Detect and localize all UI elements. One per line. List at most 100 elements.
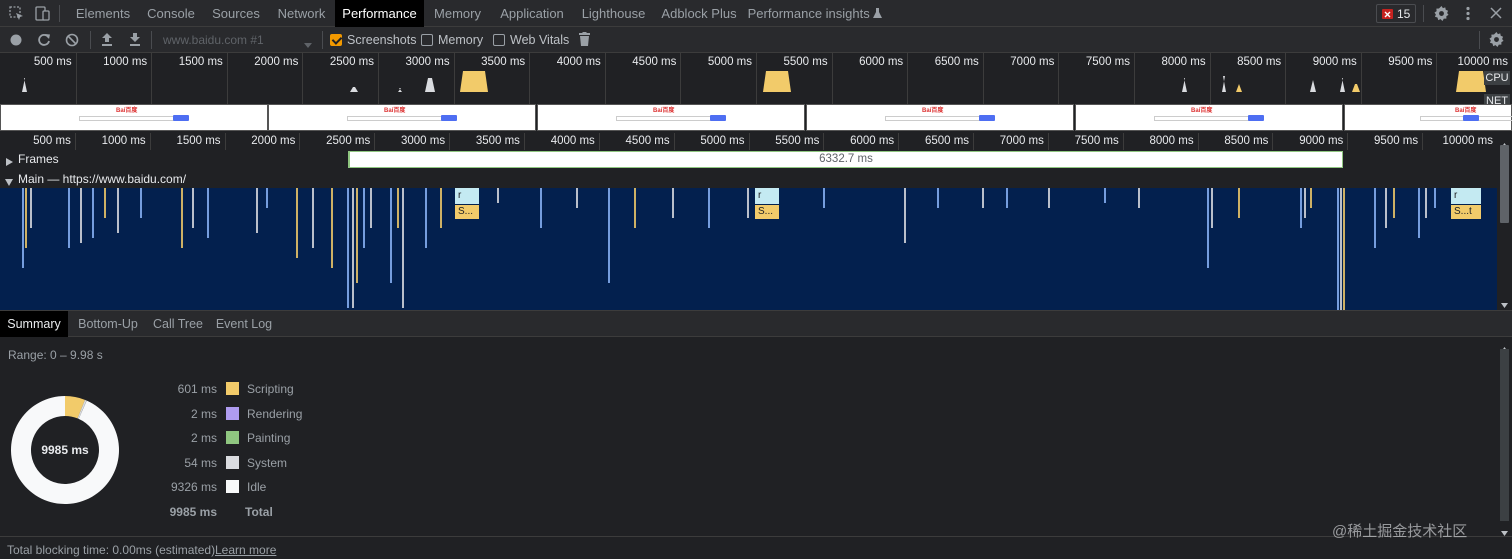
screenshot-thumbnail[interactable]: Bai百度 [268,104,536,131]
flame-event[interactable] [312,188,314,248]
error-count-badge[interactable]: 15 [1376,4,1416,23]
flame-event[interactable] [363,188,365,248]
summary-scroll-down-icon[interactable] [1501,525,1508,536]
summary-scrollbar[interactable] [1497,337,1512,536]
flame-event[interactable] [22,188,24,268]
flame-event[interactable] [1418,188,1420,238]
flame-event[interactable] [140,188,142,218]
scroll-thumb[interactable] [1500,145,1509,223]
flame-task-block[interactable]: r [455,188,479,204]
tab-adblock-plus[interactable]: Adblock Plus [654,0,744,27]
frame-bar[interactable]: 6332.7 ms [348,151,1343,168]
flame-event[interactable] [1006,188,1008,208]
flame-event[interactable] [904,188,906,243]
web-vitals-checkbox[interactable] [493,34,505,46]
timeline-overview[interactable]: 500 ms 1000 ms 1500 ms 2000 ms 2500 ms 3000 m… [0,53,1512,133]
flame-event[interactable] [25,188,27,248]
flame-event[interactable] [1211,188,1213,228]
flame-event[interactable] [440,188,442,228]
flame-task-block[interactable]: r [1451,188,1481,204]
tab-summary[interactable]: Summary [0,311,68,337]
flame-event[interactable] [352,188,354,308]
flame-event[interactable] [1238,188,1240,218]
flame-event[interactable] [1393,188,1395,218]
flame-event[interactable] [576,188,578,208]
screenshot-thumbnail[interactable]: Bai百度 [1075,104,1343,131]
more-options-icon[interactable] [1465,6,1471,21]
flame-task-block[interactable]: r [755,188,779,204]
flame-event[interactable] [256,188,258,233]
clear-icon[interactable] [65,33,79,47]
flame-event[interactable] [1310,188,1312,208]
main-thread-header[interactable]: Main — https://www.baidu.com/ [0,170,1497,188]
flame-event[interactable] [634,188,636,228]
tab-call-tree[interactable]: Call Tree [148,311,208,337]
screenshot-thumbnail[interactable]: Bai百度 [806,104,1074,131]
record-icon[interactable] [10,34,22,46]
frames-track[interactable]: Frames 6332.7 ms [0,150,1497,170]
recording-select[interactable]: www.baidu.com #1 [158,30,318,50]
screenshot-thumbnail[interactable]: Bai百度 [0,104,268,131]
flame-event[interactable] [1304,188,1306,218]
collapse-triangle-icon[interactable] [5,175,13,186]
save-profile-icon[interactable] [129,33,141,46]
tab-console[interactable]: Console [138,0,204,27]
tab-elements[interactable]: Elements [68,0,138,27]
flame-event[interactable] [356,188,358,283]
flame-event[interactable] [68,188,70,248]
flame-event[interactable] [1385,188,1387,228]
flame-event[interactable] [1048,188,1050,208]
timeline-scrollbar[interactable] [1497,133,1512,310]
tab-bottom-up[interactable]: Bottom-Up [70,311,146,337]
settings-gear-icon[interactable] [1434,6,1449,21]
flame-event[interactable] [80,188,82,243]
load-profile-icon[interactable] [101,33,113,46]
flame-event[interactable] [331,188,333,268]
flame-task-block[interactable]: S... [455,205,479,219]
flame-event[interactable] [181,188,183,248]
close-devtools-icon[interactable] [1490,7,1502,19]
flame-event[interactable] [207,188,209,238]
trash-icon[interactable] [579,32,590,46]
flame-event[interactable] [117,188,119,233]
flame-event[interactable] [296,188,298,258]
flame-event[interactable] [1337,188,1339,310]
flame-event[interactable] [390,188,392,283]
screenshot-thumbnail[interactable]: Bai百度 [1344,104,1512,131]
flame-event[interactable] [823,188,825,208]
tab-memory[interactable]: Memory [424,0,491,27]
capture-settings-gear-icon[interactable] [1489,32,1504,47]
flame-event[interactable] [497,188,499,203]
flame-event[interactable] [30,188,32,228]
flame-event[interactable] [937,188,939,208]
flame-event[interactable] [1340,188,1342,310]
flame-event[interactable] [982,188,984,208]
expand-triangle-icon[interactable] [6,155,13,166]
tab-performance-insights[interactable]: Performance insights [744,0,886,27]
tab-application[interactable]: Application [491,0,573,27]
flame-event[interactable] [540,188,542,228]
screenshots-checkbox[interactable] [330,34,342,46]
flame-event[interactable] [1374,188,1376,248]
flame-event[interactable] [672,188,674,218]
flame-event[interactable] [1425,188,1427,218]
flame-event[interactable] [1434,188,1436,208]
flame-event[interactable] [370,188,372,228]
flame-event[interactable] [1207,188,1209,268]
flame-event[interactable] [192,188,194,228]
flame-event[interactable] [608,188,610,283]
memory-checkbox[interactable] [421,34,433,46]
device-toolbar-icon[interactable] [35,6,50,21]
screenshot-thumbnail[interactable]: Bai百度 [537,104,805,131]
tab-lighthouse[interactable]: Lighthouse [573,0,654,27]
flame-event[interactable] [747,188,749,218]
flame-task-block[interactable]: S... [755,205,779,219]
tab-performance[interactable]: Performance [335,0,424,27]
inspect-element-icon[interactable] [9,6,24,21]
flame-event[interactable] [425,188,427,248]
flame-event[interactable] [708,188,710,228]
flame-event[interactable] [104,188,106,218]
summary-scroll-up-icon[interactable] [1501,341,1508,352]
tab-network[interactable]: Network [268,0,335,27]
summary-scroll-thumb[interactable] [1500,349,1509,521]
